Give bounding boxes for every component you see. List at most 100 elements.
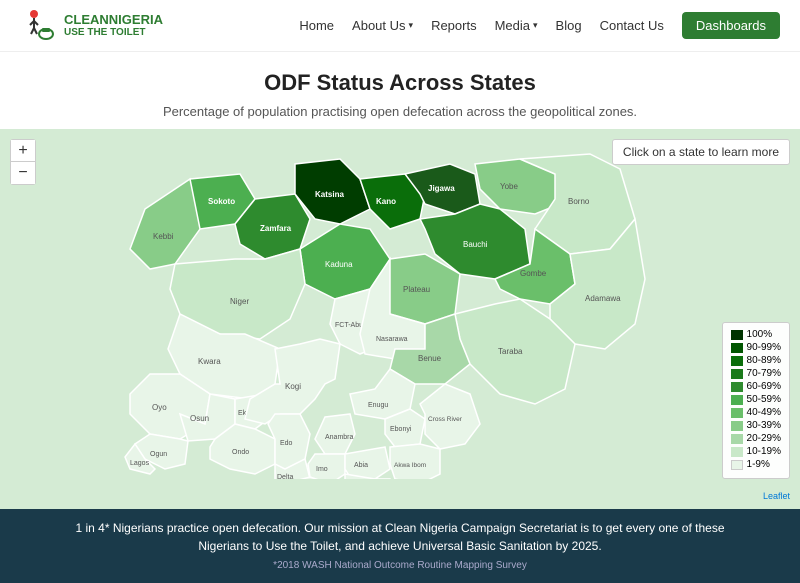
legend-color-10 <box>731 447 743 457</box>
svg-text:Kebbi: Kebbi <box>153 232 174 241</box>
header: CLEANNIGERIA USE THE TOILET Home About U… <box>0 0 800 52</box>
legend-label-1: 1-9% <box>747 459 770 470</box>
svg-text:Yobe: Yobe <box>500 182 519 191</box>
svg-text:Anambra: Anambra <box>325 434 354 441</box>
svg-text:Jigawa: Jigawa <box>428 184 455 193</box>
nigeria-svg-map[interactable]: Sokoto Zamfara Kebbi Katsina Kano Jigawa… <box>80 149 660 479</box>
svg-text:Imo: Imo <box>316 466 328 473</box>
svg-text:Edo: Edo <box>280 440 293 447</box>
page-content: ODF Status Across States Percentage of p… <box>0 52 800 119</box>
svg-text:Zamfara: Zamfara <box>260 224 292 233</box>
svg-text:Plateau: Plateau <box>403 285 430 294</box>
about-arrow-icon: ▾ <box>409 20 414 31</box>
legend-color-50 <box>731 395 743 405</box>
legend-color-60 <box>731 382 743 392</box>
svg-text:Sokoto: Sokoto <box>208 197 235 206</box>
svg-text:Enugu: Enugu <box>368 402 388 409</box>
legend-item-1: 1-9% <box>731 459 781 470</box>
legend-label-40: 40-49% <box>747 407 781 418</box>
legend-item-40: 40-49% <box>731 407 781 418</box>
legend-label-50: 50-59% <box>747 394 781 405</box>
state-kebbi[interactable] <box>130 179 200 269</box>
zoom-in-button[interactable]: + <box>11 140 35 162</box>
nigeria-text: NIGERIA <box>109 12 163 27</box>
nav-contact[interactable]: Contact Us <box>600 18 664 33</box>
logo-clean-label: CLEANNIGERIA <box>64 13 163 27</box>
svg-text:Bauchi: Bauchi <box>463 240 488 249</box>
svg-text:Nasarawa: Nasarawa <box>376 336 408 343</box>
banner-note: *2018 WASH National Outcome Routine Mapp… <box>60 558 740 573</box>
nav-about[interactable]: About Us ▾ <box>352 18 413 33</box>
svg-text:Benue: Benue <box>418 354 442 363</box>
legend-color-90 <box>731 343 743 353</box>
legend-item-20: 20-29% <box>731 433 781 444</box>
zoom-controls: + − <box>10 139 36 185</box>
legend-item-10: 10-19% <box>731 446 781 457</box>
dashboards-button[interactable]: Dashboards <box>682 12 780 39</box>
legend-label-20: 20-29% <box>747 433 781 444</box>
logo-icon <box>20 8 56 44</box>
map-container[interactable]: + − Click on a state to learn more Sokot… <box>0 129 800 509</box>
svg-text:Taraba: Taraba <box>498 347 523 356</box>
svg-text:Borno: Borno <box>568 197 590 206</box>
nav-reports[interactable]: Reports <box>431 18 477 33</box>
legend-item-30: 30-39% <box>731 420 781 431</box>
legend-item-100: 100% <box>731 329 781 340</box>
legend-label-60: 60-69% <box>747 381 781 392</box>
svg-text:Abia: Abia <box>354 462 368 469</box>
page-title: ODF Status Across States <box>0 70 800 96</box>
legend-color-20 <box>731 434 743 444</box>
svg-text:Ondo: Ondo <box>232 449 249 456</box>
svg-text:Oyo: Oyo <box>152 403 167 412</box>
nav-home[interactable]: Home <box>299 18 334 33</box>
legend-label-30: 30-39% <box>747 420 781 431</box>
bottom-banner: 1 in 4* Nigerians practice open defecati… <box>0 509 800 583</box>
svg-text:Akwa Ibom: Akwa Ibom <box>394 462 426 469</box>
svg-text:Adamawa: Adamawa <box>585 294 621 303</box>
nav-blog[interactable]: Blog <box>556 18 582 33</box>
svg-text:Niger: Niger <box>230 297 249 306</box>
leaflet-attribution: Leaflet <box>763 491 790 501</box>
legend-color-70 <box>731 369 743 379</box>
clean-text: CLEAN <box>64 12 109 27</box>
svg-text:Kano: Kano <box>376 197 396 206</box>
logo-use-label: USE THE TOILET <box>64 27 163 38</box>
svg-text:Kaduna: Kaduna <box>325 260 353 269</box>
legend-item-60: 60-69% <box>731 381 781 392</box>
legend-item-90: 90-99% <box>731 342 781 353</box>
media-arrow-icon: ▾ <box>533 20 538 31</box>
svg-text:Ogun: Ogun <box>150 451 167 458</box>
svg-text:Kwara: Kwara <box>198 357 221 366</box>
legend-item-80: 80-89% <box>731 355 781 366</box>
legend-color-100 <box>731 330 743 340</box>
legend-color-1 <box>731 460 743 470</box>
svg-text:Gombe: Gombe <box>520 269 547 278</box>
main-nav: Home About Us ▾ Reports Media ▾ Blog Con… <box>299 12 780 39</box>
legend-label-10: 10-19% <box>747 446 781 457</box>
legend-item-50: 50-59% <box>731 394 781 405</box>
svg-text:Ebonyi: Ebonyi <box>390 426 412 433</box>
svg-text:Lagos: Lagos <box>130 460 150 467</box>
legend-label-70: 70-79% <box>747 368 781 379</box>
svg-text:Cross River: Cross River <box>428 416 463 423</box>
legend-item-70: 70-79% <box>731 368 781 379</box>
page-subtitle: Percentage of population practising open… <box>0 104 800 119</box>
svg-text:Katsina: Katsina <box>315 190 344 199</box>
legend-color-80 <box>731 356 743 366</box>
svg-text:Kogi: Kogi <box>285 382 301 391</box>
logo-text: CLEANNIGERIA USE THE TOILET <box>64 13 163 38</box>
svg-text:Delta: Delta <box>277 474 293 479</box>
nav-media[interactable]: Media ▾ <box>495 18 538 33</box>
click-hint: Click on a state to learn more <box>612 139 790 165</box>
legend-color-30 <box>731 421 743 431</box>
svg-text:Osun: Osun <box>190 414 209 423</box>
zoom-out-button[interactable]: − <box>11 162 35 184</box>
legend-color-40 <box>731 408 743 418</box>
logo: CLEANNIGERIA USE THE TOILET <box>20 8 163 44</box>
legend: 100% 90-99% 80-89% 70-79% 60-69% 50-59% … <box>722 322 790 479</box>
leaflet-link[interactable]: Leaflet <box>763 491 790 501</box>
legend-label-90: 90-99% <box>747 342 781 353</box>
legend-label-100: 100% <box>747 329 773 340</box>
banner-text: 1 in 4* Nigerians practice open defecati… <box>60 519 740 555</box>
legend-label-80: 80-89% <box>747 355 781 366</box>
